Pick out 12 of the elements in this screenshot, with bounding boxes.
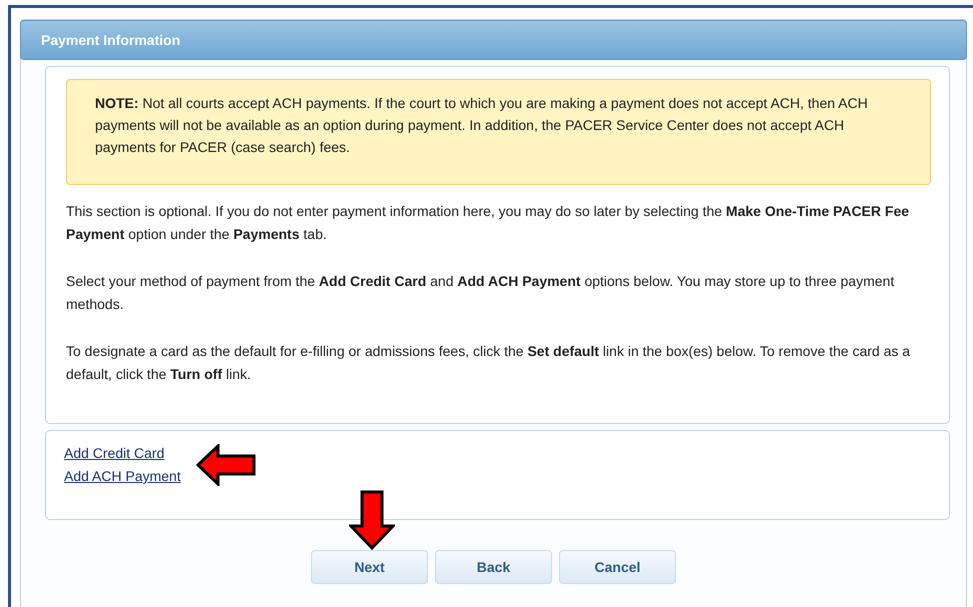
arrow-icon — [196, 444, 256, 486]
add-payment-link[interactable]: Add Credit Card — [64, 445, 164, 461]
info-paragraph: To designate a card as the default for e-filling or admissions fees, click the Set default link in the box(es) below. To remove the card as a default, click the Turn off link. — [66, 342, 912, 384]
note-message: NOTE: Not all courts accept ACH payments. If the court to which you are making a payment does not accept ACH, then ACH payments will not be available as an option during payment. In addition, the PACER Service Center does not accept ACH payments for PACER (case search) fees. — [66, 79, 931, 185]
add-payment-link[interactable]: Add ACH Payment — [64, 468, 181, 484]
form-button[interactable]: Next — [311, 550, 428, 584]
info-paragraph: This section is optional. If you do not enter payment information here, you may do so later by selecting the Make One-Time PACER Fee Payment option under the Payments tab. — [66, 202, 910, 244]
arrow-icon — [349, 490, 395, 550]
info-paragraph: Select your method of payment from the Add Credit Card and Add ACH Payment options below. You may store up to three payment methods. — [66, 272, 896, 314]
form-button[interactable]: Back — [435, 550, 552, 584]
panel-title: Payment Information — [41, 32, 180, 48]
form-button[interactable]: Cancel — [559, 550, 676, 584]
